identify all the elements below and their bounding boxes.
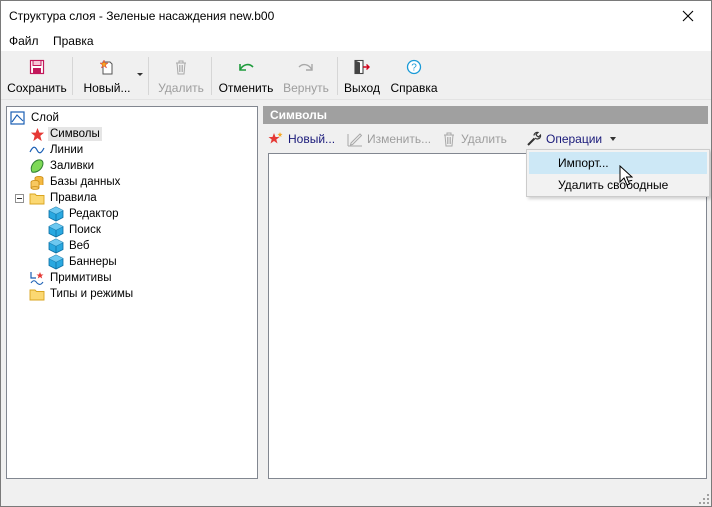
fill-icon: [30, 159, 44, 173]
tree-item-label: Слой: [31, 112, 59, 124]
close-button[interactable]: [665, 1, 711, 31]
toolbar-separator: [72, 57, 73, 95]
new-button[interactable]: Новый...: [79, 55, 135, 97]
exit-button[interactable]: Выход: [341, 55, 383, 97]
toolbar-separator: [337, 57, 338, 95]
trash-icon: [444, 132, 454, 147]
panel-edit-button[interactable]: Изменить...: [347, 129, 431, 149]
tree-item-databases[interactable]: Базы данных: [29, 174, 122, 190]
folder-icon: [29, 289, 45, 301]
folder-icon: [29, 193, 45, 205]
tree-item-label: Правила: [50, 192, 97, 204]
operations-menu: Импорт... Удалить свободные: [526, 149, 710, 197]
undo-button[interactable]: Отменить: [216, 55, 276, 97]
redo-icon: [298, 63, 313, 71]
tree-item-primitives[interactable]: Примитивы: [29, 270, 113, 286]
mouse-cursor-icon: [619, 165, 633, 186]
delete-label: Удалить: [158, 81, 204, 95]
tree-item-label: Редактор: [69, 208, 119, 220]
edit-icon: [347, 133, 363, 147]
tree-item-rules[interactable]: Правила: [29, 190, 99, 206]
trash-icon: [176, 60, 186, 75]
chevron-down-icon: [610, 137, 617, 141]
exit-icon: [354, 59, 370, 75]
resize-grip-icon[interactable]: [699, 494, 709, 504]
tree-item-search[interactable]: Поиск: [48, 222, 103, 238]
title-bar: Структура слоя - Зеленые насаждения new.…: [1, 1, 711, 31]
tree-item-fills[interactable]: Заливки: [29, 158, 96, 174]
tree-item-label: Типы и режимы: [50, 288, 134, 300]
undo-icon: [239, 63, 254, 71]
cube-icon: [48, 238, 64, 254]
delete-button[interactable]: Удалить: [155, 55, 207, 97]
tree-item-label: Поиск: [69, 224, 101, 236]
panel-edit-label: Изменить...: [367, 132, 432, 146]
new-label: Новый...: [83, 81, 131, 95]
panel-new-label: Новый...: [288, 132, 336, 146]
tree-item-editor[interactable]: Редактор: [48, 206, 121, 222]
save-button[interactable]: Сохранить: [5, 55, 69, 97]
menu-item-delete-unused[interactable]: Удалить свободные: [529, 174, 707, 196]
cube-icon: [48, 206, 64, 222]
menu-item-import[interactable]: Импорт...: [529, 152, 707, 174]
tree-item-symbols[interactable]: Символы: [29, 126, 102, 142]
line-icon: [29, 146, 45, 154]
tree-item-types-modes[interactable]: Типы и режимы: [29, 286, 135, 302]
new-star-icon: [268, 132, 283, 144]
main-toolbar: Сохранить Новый... Удалить Отменить Верн…: [1, 52, 711, 100]
panel-new-button[interactable]: Новый...: [268, 129, 335, 149]
primitives-icon: [30, 272, 44, 285]
help-label: Справка: [390, 81, 438, 95]
tree-item-label: Символы: [48, 127, 102, 141]
toolbar-separator: [148, 57, 149, 95]
panel-header: Символы: [263, 106, 708, 124]
window-title: Структура слоя - Зеленые насаждения new.…: [9, 9, 275, 23]
database-icon: [30, 176, 44, 190]
operations-button[interactable]: Операции: [526, 129, 617, 149]
tree-item-label: Веб: [69, 240, 90, 252]
undo-label: Отменить: [218, 81, 274, 95]
operations-label: Операции: [546, 132, 603, 146]
redo-button[interactable]: Вернуть: [281, 55, 331, 97]
tree-item-label: Примитивы: [50, 272, 112, 284]
save-label: Сохранить: [7, 81, 67, 95]
new-document-icon: [99, 59, 113, 75]
wrench-icon: [527, 131, 542, 146]
layer-tree[interactable]: Слой Символы Линии Заливки Базы данных П…: [6, 106, 258, 479]
svg-text:?: ?: [411, 63, 417, 74]
tree-item-banners[interactable]: Баннеры: [48, 254, 119, 270]
close-icon: [682, 10, 694, 22]
symbols-list[interactable]: [268, 153, 707, 479]
panel-delete-button[interactable]: Удалить: [441, 129, 507, 149]
tree-item-label: Базы данных: [50, 176, 121, 188]
tree-item-label: Баннеры: [69, 256, 117, 268]
menu-bar: Файл Правка: [1, 31, 711, 51]
tree-item-label: Заливки: [50, 160, 95, 172]
help-button[interactable]: ? Справка: [388, 55, 440, 97]
redo-label: Вернуть: [283, 81, 329, 95]
status-bar: [1, 487, 711, 506]
menu-edit[interactable]: Правка: [53, 34, 94, 48]
save-icon: [29, 59, 45, 75]
cube-icon: [48, 254, 64, 270]
tree-item-label: Линии: [50, 144, 84, 156]
new-dropdown-arrow-icon[interactable]: [137, 73, 143, 76]
toolbar-separator: [211, 57, 212, 95]
tree-item-web[interactable]: Веб: [48, 238, 92, 254]
star-icon: [30, 127, 44, 141]
panel-title: Символы: [270, 108, 328, 122]
layer-icon: [10, 111, 25, 125]
tree-item-lines[interactable]: Линии: [29, 142, 85, 158]
cube-icon: [48, 222, 64, 238]
collapse-toggle[interactable]: [15, 194, 24, 203]
main-window: Структура слоя - Зеленые насаждения new.…: [0, 0, 712, 507]
tree-item-root[interactable]: Слой: [10, 110, 61, 126]
menu-file[interactable]: Файл: [9, 34, 39, 48]
exit-label: Выход: [344, 81, 380, 95]
help-icon: ?: [406, 59, 422, 75]
panel-delete-label: Удалить: [461, 132, 507, 146]
